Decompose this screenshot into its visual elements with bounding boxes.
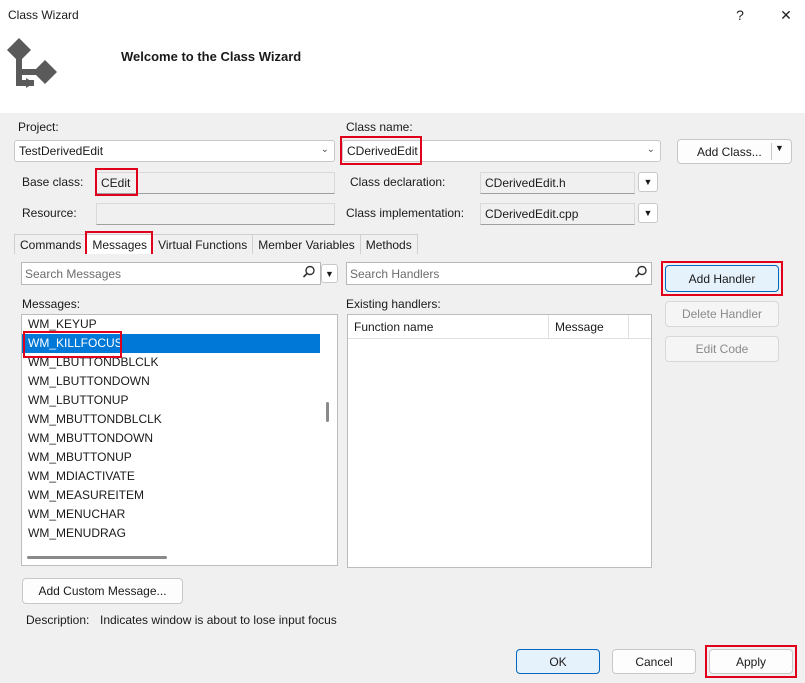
project-label: Project:	[18, 120, 59, 134]
project-value: TestDerivedEdit	[19, 144, 104, 158]
vertical-scrollbar-thumb[interactable]	[326, 402, 329, 422]
list-item[interactable]: WM_MBUTTONDOWN	[22, 429, 337, 448]
add-class-dropdown-icon[interactable]: ▼	[775, 143, 784, 153]
list-item[interactable]: WM_MENUDRAG	[22, 524, 337, 543]
banner-title: Welcome to the Class Wizard	[121, 49, 302, 64]
existing-handlers-label: Existing handlers:	[346, 297, 441, 311]
highlight-add-handler	[661, 261, 783, 296]
tab-methods[interactable]: Methods	[359, 234, 418, 255]
list-item[interactable]: WM_MBUTTONUP	[22, 448, 337, 467]
class-implementation-dropdown-icon[interactable]: ▼	[638, 203, 658, 223]
base-class-label: Base class:	[22, 175, 84, 189]
search-messages-placeholder: Search Messages	[25, 266, 122, 281]
highlight-base-class	[95, 168, 138, 196]
class-implementation-field: CDerivedEdit.cpp	[480, 203, 635, 225]
add-custom-message-button[interactable]: Add Custom Message...	[22, 578, 183, 604]
close-button[interactable]: ✕	[766, 2, 805, 28]
search-handlers-placeholder: Search Handlers	[350, 266, 440, 281]
list-item[interactable]: WM_MENUCHAR	[22, 505, 337, 524]
column-function-name[interactable]: Function name	[348, 315, 549, 338]
handlers-list-header: Function name Message	[348, 315, 651, 339]
delete-handler-button[interactable]: Delete Handler	[665, 301, 779, 327]
class-declaration-field: CDerivedEdit.h	[480, 172, 635, 194]
search-icon	[302, 265, 316, 282]
split-divider	[771, 143, 772, 160]
class-implementation-label: Class implementation:	[346, 206, 465, 220]
class-wizard-logo-icon	[4, 36, 60, 90]
add-class-label: Add Class...	[697, 144, 762, 159]
list-item[interactable]: WM_MEASUREITEM	[22, 486, 337, 505]
class-declaration-value: CDerivedEdit.h	[485, 176, 566, 190]
search-handlers-input[interactable]: Search Handlers	[346, 262, 652, 285]
highlight-selected-message	[23, 331, 122, 358]
title-bar	[0, 0, 805, 30]
messages-label: Messages:	[22, 297, 81, 311]
column-message[interactable]: Message	[549, 315, 629, 338]
tab-strip: Commands Messages Virtual Functions Memb…	[14, 234, 418, 256]
description-text: Indicates window is about to lose input …	[100, 613, 337, 627]
chevron-down-icon: ⌄	[646, 144, 655, 155]
list-item[interactable]: WM_MBUTTONDBLCLK	[22, 410, 337, 429]
search-options-dropdown-icon[interactable]: ▼	[321, 264, 338, 283]
tab-member-variables[interactable]: Member Variables	[252, 234, 361, 255]
ok-button[interactable]: OK	[516, 649, 600, 674]
resource-field	[96, 203, 335, 225]
list-item[interactable]: WM_LBUTTONDOWN	[22, 372, 337, 391]
list-item[interactable]: WM_MDIACTIVATE	[22, 467, 337, 486]
cancel-button[interactable]: Cancel	[612, 649, 696, 674]
list-item[interactable]: WM_LBUTTONUP	[22, 391, 337, 410]
handlers-list[interactable]: Function name Message	[347, 314, 652, 568]
help-button[interactable]: ?	[720, 2, 760, 28]
banner	[0, 30, 805, 113]
window-title: Class Wizard	[8, 8, 79, 22]
highlight-class-name	[340, 136, 422, 165]
class-implementation-value: CDerivedEdit.cpp	[485, 207, 579, 221]
class-declaration-label: Class declaration:	[350, 175, 446, 189]
chevron-down-icon: ⌄	[320, 144, 329, 155]
edit-code-button[interactable]: Edit Code	[665, 336, 779, 362]
horizontal-scrollbar-thumb[interactable]	[27, 556, 167, 559]
search-messages-input[interactable]: Search Messages	[21, 262, 321, 285]
tab-virtual-functions[interactable]: Virtual Functions	[152, 234, 254, 255]
resource-label: Resource:	[22, 206, 77, 220]
highlight-apply	[705, 645, 797, 678]
project-combo[interactable]: TestDerivedEdit ⌄	[14, 140, 335, 162]
search-icon	[634, 265, 648, 282]
tab-commands[interactable]: Commands	[14, 234, 88, 255]
description-label: Description:	[26, 613, 90, 627]
class-name-label: Class name:	[346, 120, 413, 134]
class-declaration-dropdown-icon[interactable]: ▼	[638, 172, 658, 192]
